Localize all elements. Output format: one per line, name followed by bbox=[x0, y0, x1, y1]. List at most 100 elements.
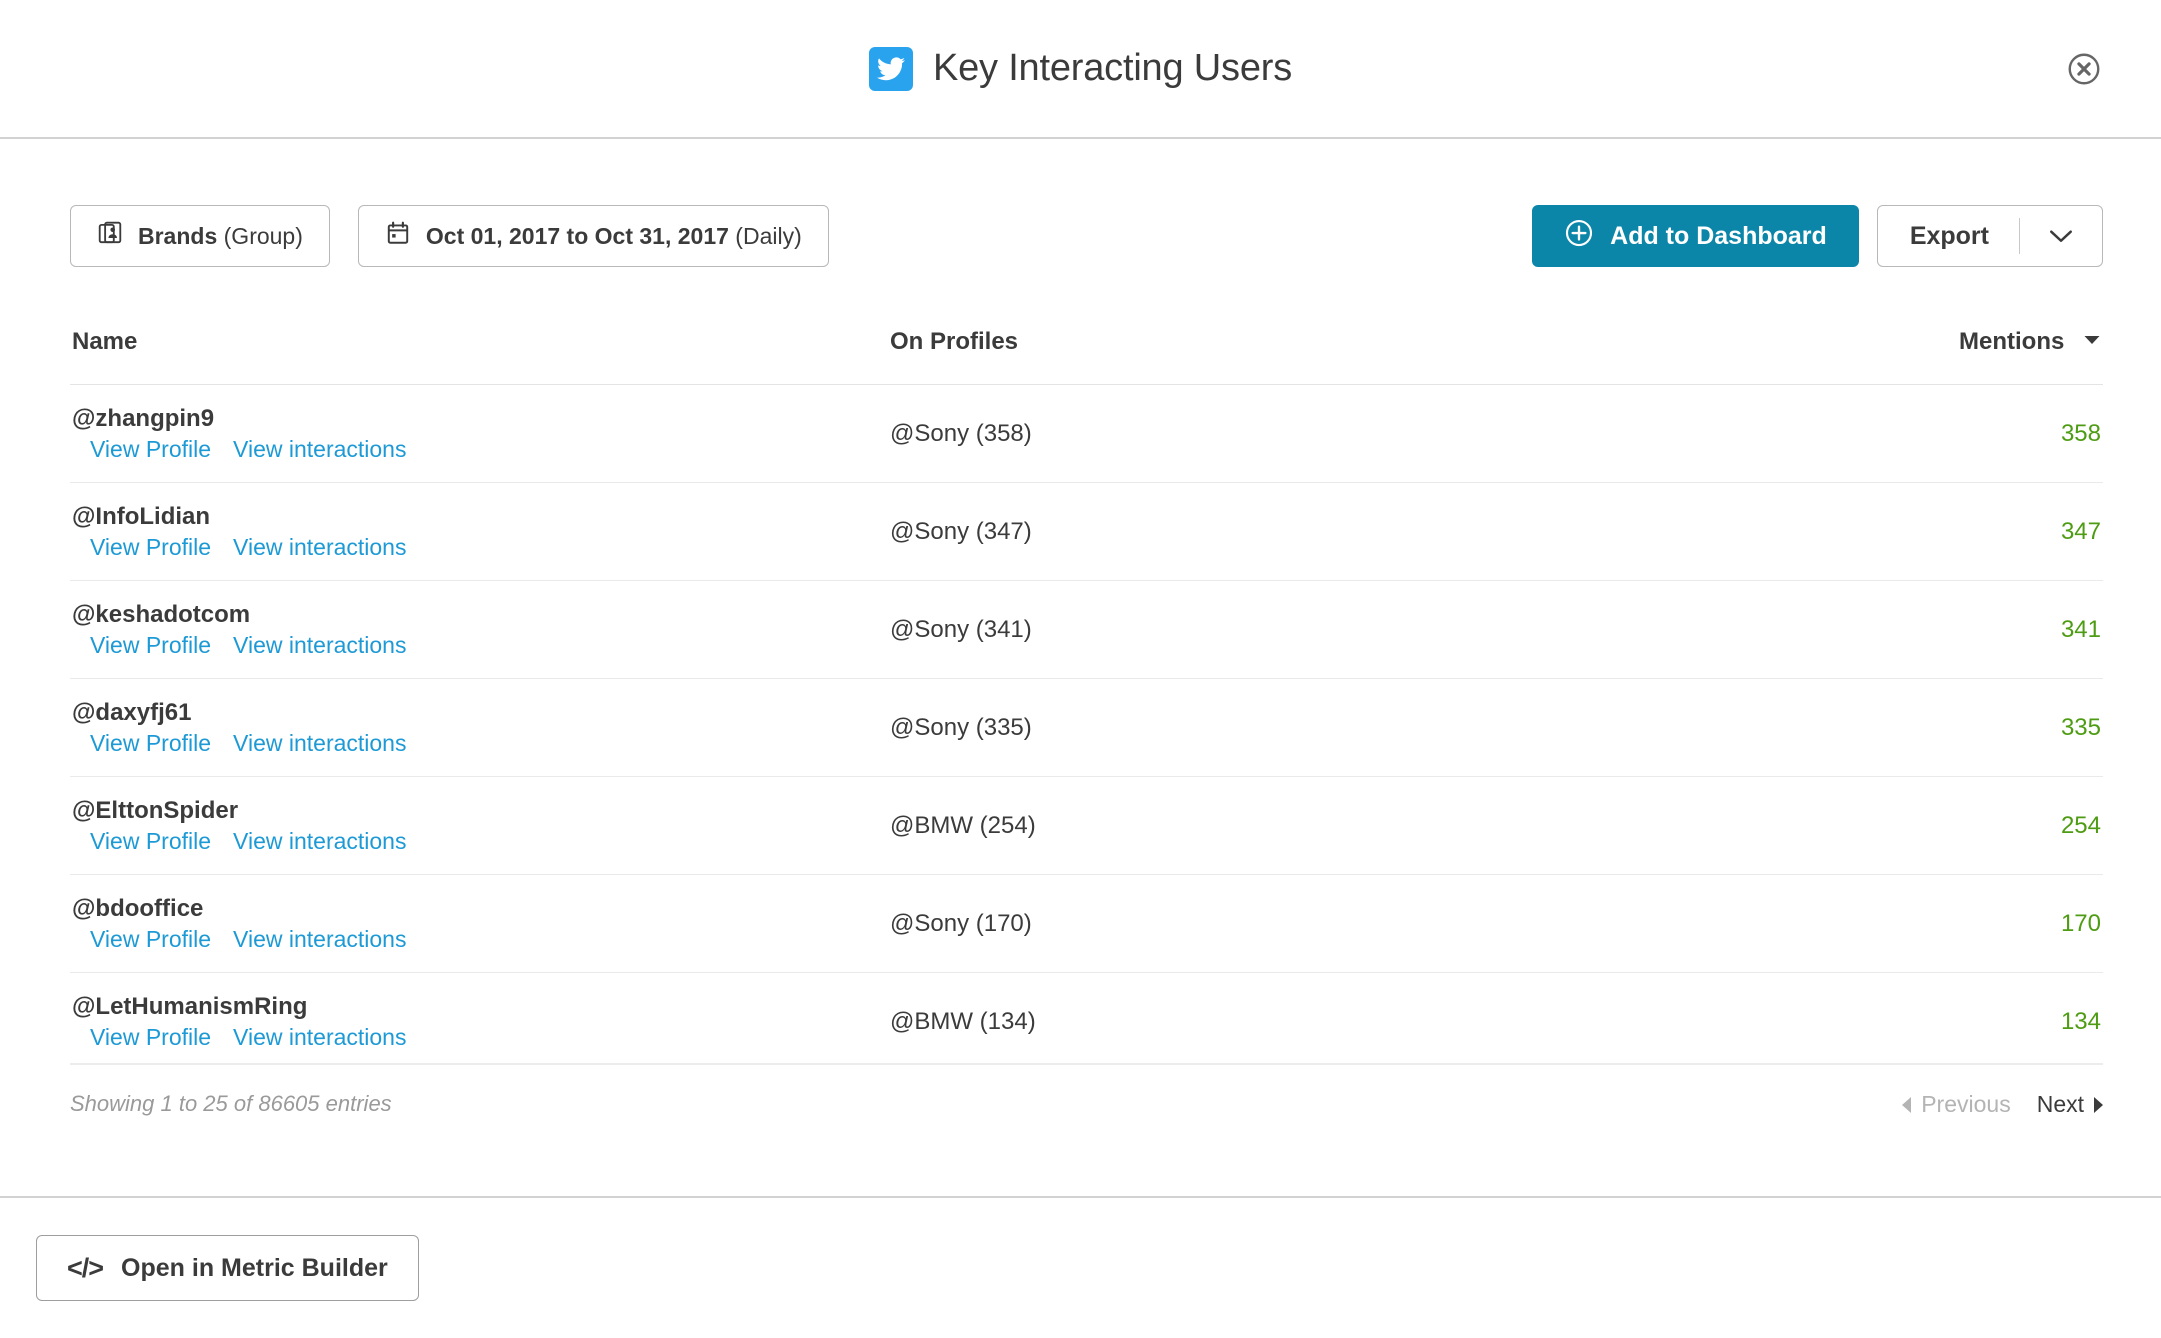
add-to-dashboard-label: Add to Dashboard bbox=[1610, 221, 1827, 250]
cell-on-profiles: @Sony (341) bbox=[880, 580, 1750, 679]
cell-mentions: 341 bbox=[1750, 580, 2103, 679]
user-links: View Profile View interactions bbox=[72, 632, 880, 659]
cell-name: @bdooffice View Profile View interactions bbox=[70, 874, 880, 973]
user-handle: @keshadotcom bbox=[72, 601, 251, 628]
open-in-metric-builder-button[interactable]: </> Open in Metric Builder bbox=[36, 1235, 419, 1301]
table-body: @zhangpin9 View Profile View interactions @… bbox=[70, 384, 2103, 1063]
header-title-wrap: Key Interacting Users bbox=[868, 46, 1293, 91]
view-interactions-link[interactable]: View interactions bbox=[233, 534, 406, 561]
table-row: @keshadotcom View Profile View interaction… bbox=[70, 580, 2103, 679]
table-row: @ElttonSpider View Profile View interactio… bbox=[70, 776, 2103, 875]
brands-group-filter[interactable]: Brands (Group) bbox=[70, 205, 330, 267]
pagination: Previous Next bbox=[1902, 1091, 2103, 1118]
column-header-mentions-label: Mentions bbox=[1959, 328, 2065, 355]
view-profile-link[interactable]: View Profile bbox=[90, 730, 211, 757]
user-handle: @InfoLidian bbox=[72, 503, 211, 530]
table-head: Name On Profiles Mentions bbox=[70, 325, 2103, 385]
view-profile-link[interactable]: View Profile bbox=[90, 632, 211, 659]
chevron-down-icon[interactable] bbox=[2020, 227, 2102, 245]
previous-page-button[interactable]: Previous bbox=[1902, 1091, 2011, 1118]
brands-card-icon bbox=[97, 220, 123, 252]
cell-name: @InfoLidian View Profile View interactions bbox=[70, 482, 880, 581]
user-handle: @LetHumanismRing bbox=[72, 993, 308, 1020]
user-links: View Profile View interactions bbox=[72, 828, 880, 855]
view-profile-link[interactable]: View Profile bbox=[90, 828, 211, 855]
user-links: View Profile View interactions bbox=[72, 436, 880, 463]
user-handle: @zhangpin9 bbox=[72, 405, 215, 432]
table-row: @bdooffice View Profile View interactions @… bbox=[70, 874, 2103, 973]
view-profile-link[interactable]: View Profile bbox=[90, 534, 211, 561]
cell-on-profiles: @BMW (134) bbox=[880, 972, 1750, 1063]
cell-on-profiles: @Sony (358) bbox=[880, 384, 1750, 483]
user-links: View Profile View interactions bbox=[72, 534, 880, 561]
triangle-left-icon bbox=[1902, 1096, 1912, 1113]
open-in-metric-builder-label: Open in Metric Builder bbox=[121, 1253, 388, 1282]
add-to-dashboard-button[interactable]: Add to Dashboard bbox=[1532, 205, 1859, 267]
next-page-label: Next bbox=[2036, 1091, 2084, 1117]
table-header-row: Name On Profiles Mentions bbox=[70, 325, 2103, 385]
key-interacting-users-modal: Key Interacting Users Brands (Group) Oct… bbox=[0, 0, 2161, 1338]
column-header-on-profiles[interactable]: On Profiles bbox=[880, 325, 1750, 385]
plus-circle-icon bbox=[1564, 218, 1594, 255]
date-range-filter[interactable]: Oct 01, 2017 to Oct 31, 2017 (Daily) bbox=[357, 205, 829, 267]
user-handle: @daxyfj61 bbox=[72, 699, 192, 726]
toolbar-actions: Add to Dashboard Export bbox=[1532, 205, 2103, 267]
calendar-icon bbox=[385, 220, 411, 252]
cell-on-profiles: @Sony (347) bbox=[880, 482, 1750, 581]
filter-group: Brands (Group) Oct 01, 2017 to Oct 31, 2… bbox=[70, 205, 829, 267]
twitter-icon bbox=[868, 46, 913, 91]
user-links: View Profile View interactions bbox=[72, 730, 880, 757]
cell-name: @daxyfj61 View Profile View interactions bbox=[70, 678, 880, 777]
modal-footer: </> Open in Metric Builder bbox=[0, 1196, 2161, 1338]
page-title: Key Interacting Users bbox=[932, 47, 1293, 89]
cell-name: @keshadotcom View Profile View interaction… bbox=[70, 580, 880, 679]
triangle-right-icon bbox=[2094, 1096, 2103, 1113]
view-interactions-link[interactable]: View interactions bbox=[233, 436, 406, 463]
date-filter-label: Oct 01, 2017 to Oct 31, 2017 bbox=[425, 222, 729, 249]
table-row: @InfoLidian View Profile View interactions… bbox=[70, 482, 2103, 581]
users-table: Name On Profiles Mentions @zhangpin9 View… bbox=[70, 325, 2103, 1063]
view-profile-link[interactable]: View Profile bbox=[90, 926, 211, 953]
view-interactions-link[interactable]: View interactions bbox=[233, 926, 406, 953]
table-row: @zhangpin9 View Profile View interactions @… bbox=[70, 384, 2103, 483]
cell-name: @LetHumanismRing View Profile View interac… bbox=[70, 972, 880, 1063]
column-header-name[interactable]: Name bbox=[70, 325, 880, 385]
modal-header: Key Interacting Users bbox=[0, 0, 2161, 139]
user-links: View Profile View interactions bbox=[72, 1024, 880, 1051]
brands-filter-label: Brands bbox=[138, 222, 218, 249]
view-profile-link[interactable]: View Profile bbox=[90, 1024, 211, 1051]
view-interactions-link[interactable]: View interactions bbox=[233, 730, 406, 757]
table-row: @LetHumanismRing View Profile View interac… bbox=[70, 972, 2103, 1063]
table-row: @daxyfj61 View Profile View interactions @S… bbox=[70, 678, 2103, 777]
date-filter-sublabel: (Daily) bbox=[735, 222, 802, 249]
cell-mentions: 134 bbox=[1750, 972, 2103, 1063]
column-header-mentions[interactable]: Mentions bbox=[1750, 325, 2103, 385]
cell-name: @zhangpin9 View Profile View interactions bbox=[70, 384, 880, 483]
close-icon[interactable] bbox=[2065, 50, 2103, 88]
cell-mentions: 254 bbox=[1750, 776, 2103, 875]
cell-mentions: 347 bbox=[1750, 482, 2103, 581]
cell-mentions: 170 bbox=[1750, 874, 2103, 973]
cell-name: @ElttonSpider View Profile View interactio… bbox=[70, 776, 880, 875]
table-footer: Showing 1 to 25 of 86605 entries Previou… bbox=[70, 1063, 2103, 1193]
view-interactions-link[interactable]: View interactions bbox=[233, 1024, 406, 1051]
users-table-container[interactable]: Name On Profiles Mentions @zhangpin9 View… bbox=[70, 325, 2103, 1063]
cell-on-profiles: @Sony (335) bbox=[880, 678, 1750, 777]
code-icon: </> bbox=[67, 1252, 104, 1283]
brands-filter-sublabel: (Group) bbox=[223, 222, 303, 249]
user-handle: @ElttonSpider bbox=[72, 797, 239, 824]
user-handle: @bdooffice bbox=[72, 895, 204, 922]
export-button[interactable]: Export bbox=[1878, 222, 2019, 251]
previous-page-label: Previous bbox=[1921, 1091, 2011, 1117]
caret-down-icon bbox=[2083, 325, 2101, 353]
next-page-button[interactable]: Next bbox=[2037, 1091, 2103, 1118]
export-button-group[interactable]: Export bbox=[1876, 205, 2103, 267]
view-profile-link[interactable]: View Profile bbox=[90, 436, 211, 463]
view-interactions-link[interactable]: View interactions bbox=[233, 632, 406, 659]
cell-on-profiles: @Sony (170) bbox=[880, 874, 1750, 973]
cell-mentions: 335 bbox=[1750, 678, 2103, 777]
view-interactions-link[interactable]: View interactions bbox=[233, 828, 406, 855]
cell-mentions: 358 bbox=[1750, 384, 2103, 483]
toolbar: Brands (Group) Oct 01, 2017 to Oct 31, 2… bbox=[70, 205, 2103, 267]
user-links: View Profile View interactions bbox=[72, 926, 880, 953]
